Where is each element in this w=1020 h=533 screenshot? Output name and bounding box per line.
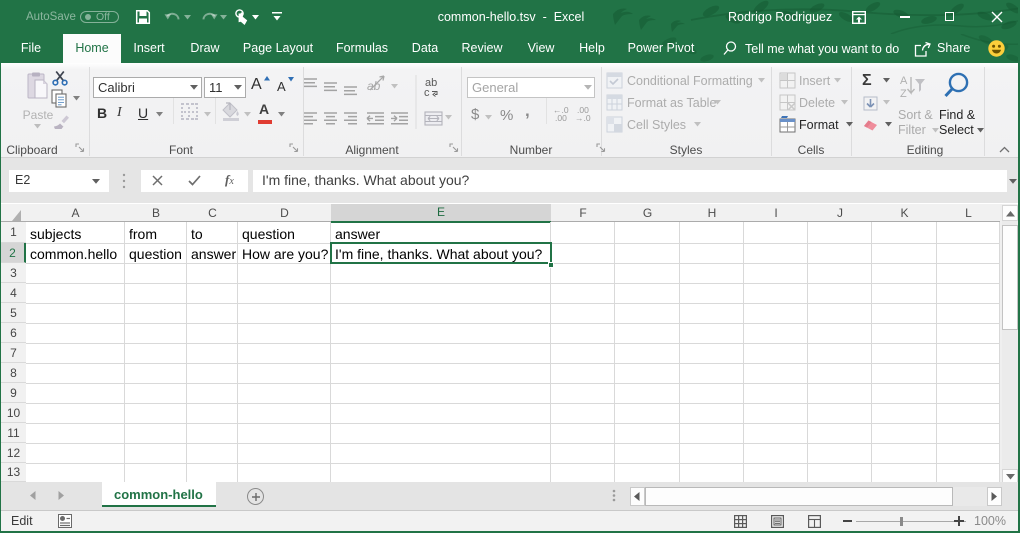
svg-text:A: A bbox=[900, 75, 908, 87]
svg-text:c: c bbox=[424, 87, 430, 99]
svg-text:Z: Z bbox=[900, 88, 907, 99]
